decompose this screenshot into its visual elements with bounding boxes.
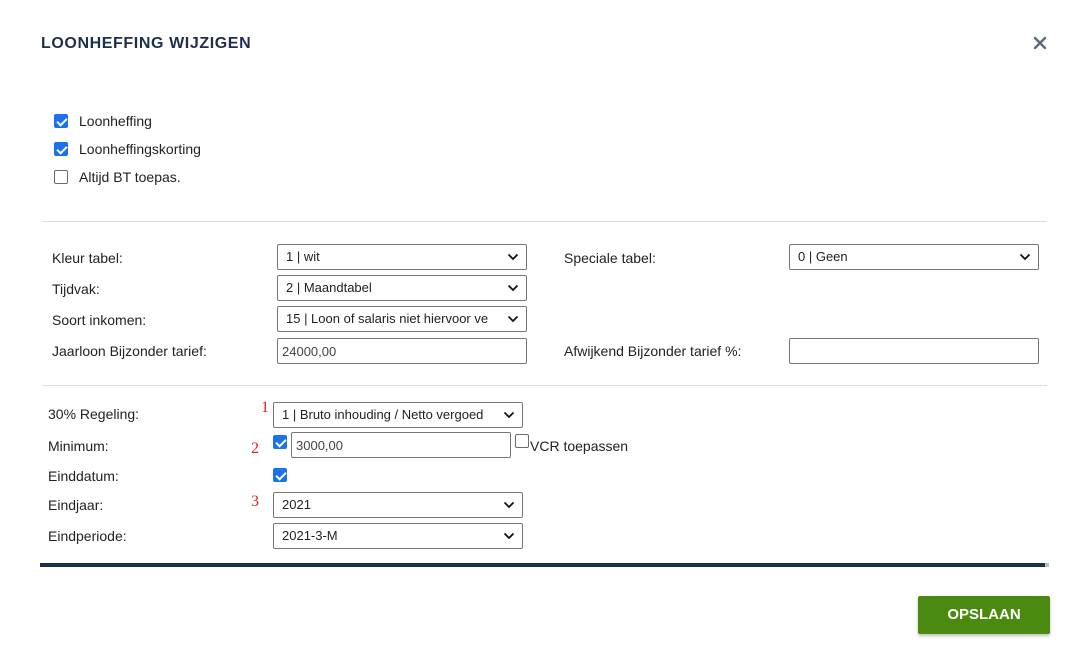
annotation-2: 2: [251, 440, 259, 457]
kleur-tabel-value: 1 | wit: [286, 249, 320, 264]
vcr-checkbox[interactable]: [515, 434, 529, 448]
tijdvak-label: Tijdvak:: [52, 281, 100, 297]
speciale-tabel-select[interactable]: 0 | Geen: [789, 244, 1039, 270]
altijd-bt-label: Altijd BT toepas.: [79, 169, 181, 185]
einddatum-label: Einddatum:: [48, 468, 119, 484]
annotation-1: 1: [261, 399, 269, 416]
eindjaar-value: 2021: [282, 497, 311, 512]
regeling-select[interactable]: 1 | Bruto inhouding / Netto vergoed: [273, 402, 523, 428]
minimum-label: Minimum:: [48, 438, 109, 454]
speciale-tabel-value: 0 | Geen: [798, 249, 848, 264]
eindperiode-select[interactable]: 2021-3-M: [273, 523, 523, 549]
dialog-title: LOONHEFFING WIJZIGEN: [41, 35, 252, 52]
chevron-down-icon: [507, 253, 519, 261]
divider: [43, 385, 1047, 386]
chevron-down-icon: [507, 284, 519, 292]
eindperiode-label: Eindperiode:: [48, 528, 127, 544]
vcr-label: VCR toepassen: [530, 438, 629, 454]
tijdvak-select[interactable]: 2 | Maandtabel: [277, 275, 527, 301]
loonheffing-checkbox[interactable]: [54, 114, 68, 128]
loonheffingskorting-label: Loonheffingskorting: [79, 141, 201, 157]
close-icon[interactable]: [1030, 33, 1050, 53]
altijd-bt-checkbox[interactable]: [54, 170, 68, 184]
horizontal-scrollbar[interactable]: [40, 563, 1049, 567]
chevron-down-icon: [503, 532, 515, 540]
eindjaar-select[interactable]: 2021: [273, 492, 523, 518]
loonheffingskorting-checkbox[interactable]: [54, 142, 68, 156]
afwijkend-label: Afwijkend Bijzonder tarief %:: [564, 343, 742, 359]
soort-inkomen-select[interactable]: 15 | Loon of salaris niet hiervoor ve: [277, 306, 527, 332]
soort-inkomen-value: 15 | Loon of salaris niet hiervoor ve: [286, 311, 489, 326]
chevron-down-icon: [503, 411, 515, 419]
soort-inkomen-label: Soort inkomen:: [52, 312, 147, 328]
kleur-tabel-select[interactable]: 1 | wit: [277, 244, 527, 270]
chevron-down-icon: [503, 501, 515, 509]
eindperiode-value: 2021-3-M: [282, 528, 338, 543]
annotation-3: 3: [251, 493, 259, 510]
kleur-tabel-label: Kleur tabel:: [52, 250, 123, 266]
chevron-down-icon: [1019, 253, 1031, 261]
divider: [43, 221, 1047, 222]
eindjaar-label: Eindjaar:: [48, 497, 104, 513]
regeling-label: 30% Regeling:: [48, 406, 140, 422]
chevron-down-icon: [507, 315, 519, 323]
afwijkend-input[interactable]: [789, 338, 1039, 364]
regeling-value: 1 | Bruto inhouding / Netto vergoed: [282, 407, 484, 422]
minimum-checkbox[interactable]: [273, 435, 287, 449]
einddatum-checkbox[interactable]: [273, 468, 287, 482]
tijdvak-value: 2 | Maandtabel: [286, 280, 372, 295]
loonheffing-label: Loonheffing: [79, 113, 152, 129]
jaarloon-label: Jaarloon Bijzonder tarief:: [52, 343, 207, 359]
jaarloon-input[interactable]: 24000,00: [277, 338, 527, 364]
speciale-tabel-label: Speciale tabel:: [564, 250, 656, 266]
minimum-input[interactable]: 3000,00: [291, 432, 511, 458]
save-button[interactable]: OPSLAAN: [918, 596, 1050, 634]
